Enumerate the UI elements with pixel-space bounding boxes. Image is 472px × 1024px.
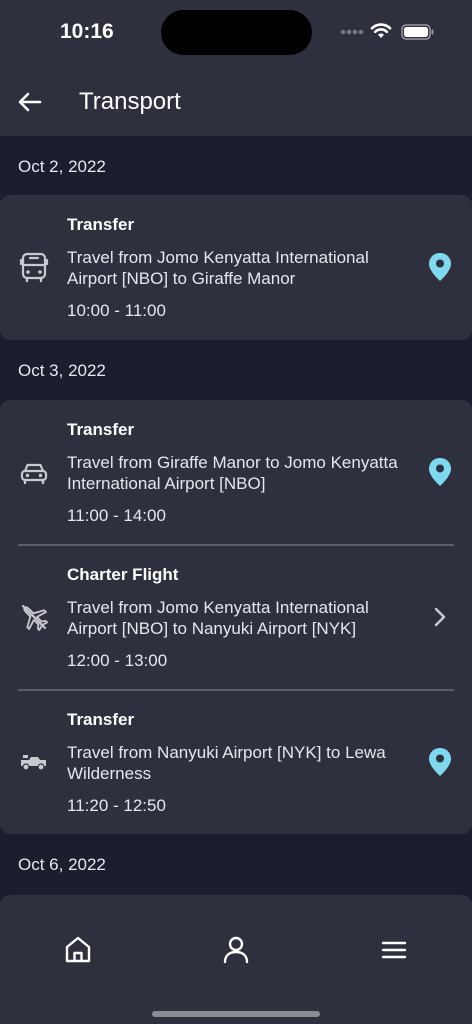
date-header: Oct 6, 2022 — [18, 855, 106, 874]
chevron-right-icon[interactable] — [424, 601, 456, 633]
item-type: Transfer — [67, 215, 135, 234]
plane-icon — [21, 604, 48, 631]
back-arrow-icon[interactable] — [14, 86, 46, 118]
status-bar: 10:16 — [0, 0, 472, 64]
item-time: 12:00 - 13:00 — [67, 651, 168, 670]
list-item[interactable]: Transfer Travel from Jomo Kenyatta Inter… — [0, 195, 472, 340]
item-type: Charter Flight — [67, 565, 179, 584]
map-pin-icon[interactable] — [424, 251, 456, 283]
status-time: 10:16 — [60, 20, 114, 43]
item-time: 10:00 - 11:00 — [67, 301, 166, 320]
home-icon[interactable] — [62, 934, 94, 966]
bottom-nav — [0, 918, 472, 1024]
item-description: Travel from Giraffe Manor to Jomo Kenyat… — [67, 453, 398, 493]
item-time: 11:00 - 14:00 — [67, 506, 166, 525]
item-description: Travel from Jomo Kenyatta International … — [67, 248, 369, 288]
jeep-icon — [21, 755, 46, 771]
transport-card[interactable] — [0, 895, 472, 918]
map-pin-icon[interactable] — [424, 746, 456, 778]
menu-icon[interactable] — [378, 934, 410, 966]
user-icon[interactable] — [220, 934, 252, 966]
signal-icon — [340, 29, 364, 35]
list-item[interactable]: Charter Flight Travel from Jomo Kenyatta… — [0, 545, 472, 690]
list-item[interactable]: Transfer Travel from Nanyuki Airport [NY… — [0, 690, 472, 835]
battery-icon — [401, 24, 434, 40]
home-indicator — [152, 1011, 320, 1017]
transport-card: Transfer Travel from Giraffe Manor to Jo… — [0, 400, 472, 834]
transport-card: Transfer Travel from Jomo Kenyatta Inter… — [0, 195, 472, 340]
map-pin-icon[interactable] — [424, 456, 456, 488]
camera-notch — [161, 10, 312, 55]
date-header: Oct 2, 2022 — [18, 157, 106, 176]
item-description: Travel from Nanyuki Airport [NYK] to Lew… — [67, 743, 386, 783]
app-bar: Transport — [0, 64, 472, 136]
transport-list[interactable]: Oct 2, 2022 Transfer Travel from Jomo Ke… — [0, 136, 472, 918]
item-type: Transfer — [67, 710, 135, 729]
item-type: Transfer — [67, 420, 135, 439]
page-title: Transport — [79, 88, 181, 115]
wifi-icon — [370, 23, 392, 38]
bus-icon — [19, 252, 49, 283]
car-icon — [20, 463, 48, 485]
list-item[interactable]: Transfer Travel from Giraffe Manor to Jo… — [0, 400, 472, 545]
item-description: Travel from Jomo Kenyatta International … — [67, 598, 369, 638]
date-header: Oct 3, 2022 — [18, 361, 106, 380]
item-time: 11:20 - 12:50 — [67, 796, 166, 815]
